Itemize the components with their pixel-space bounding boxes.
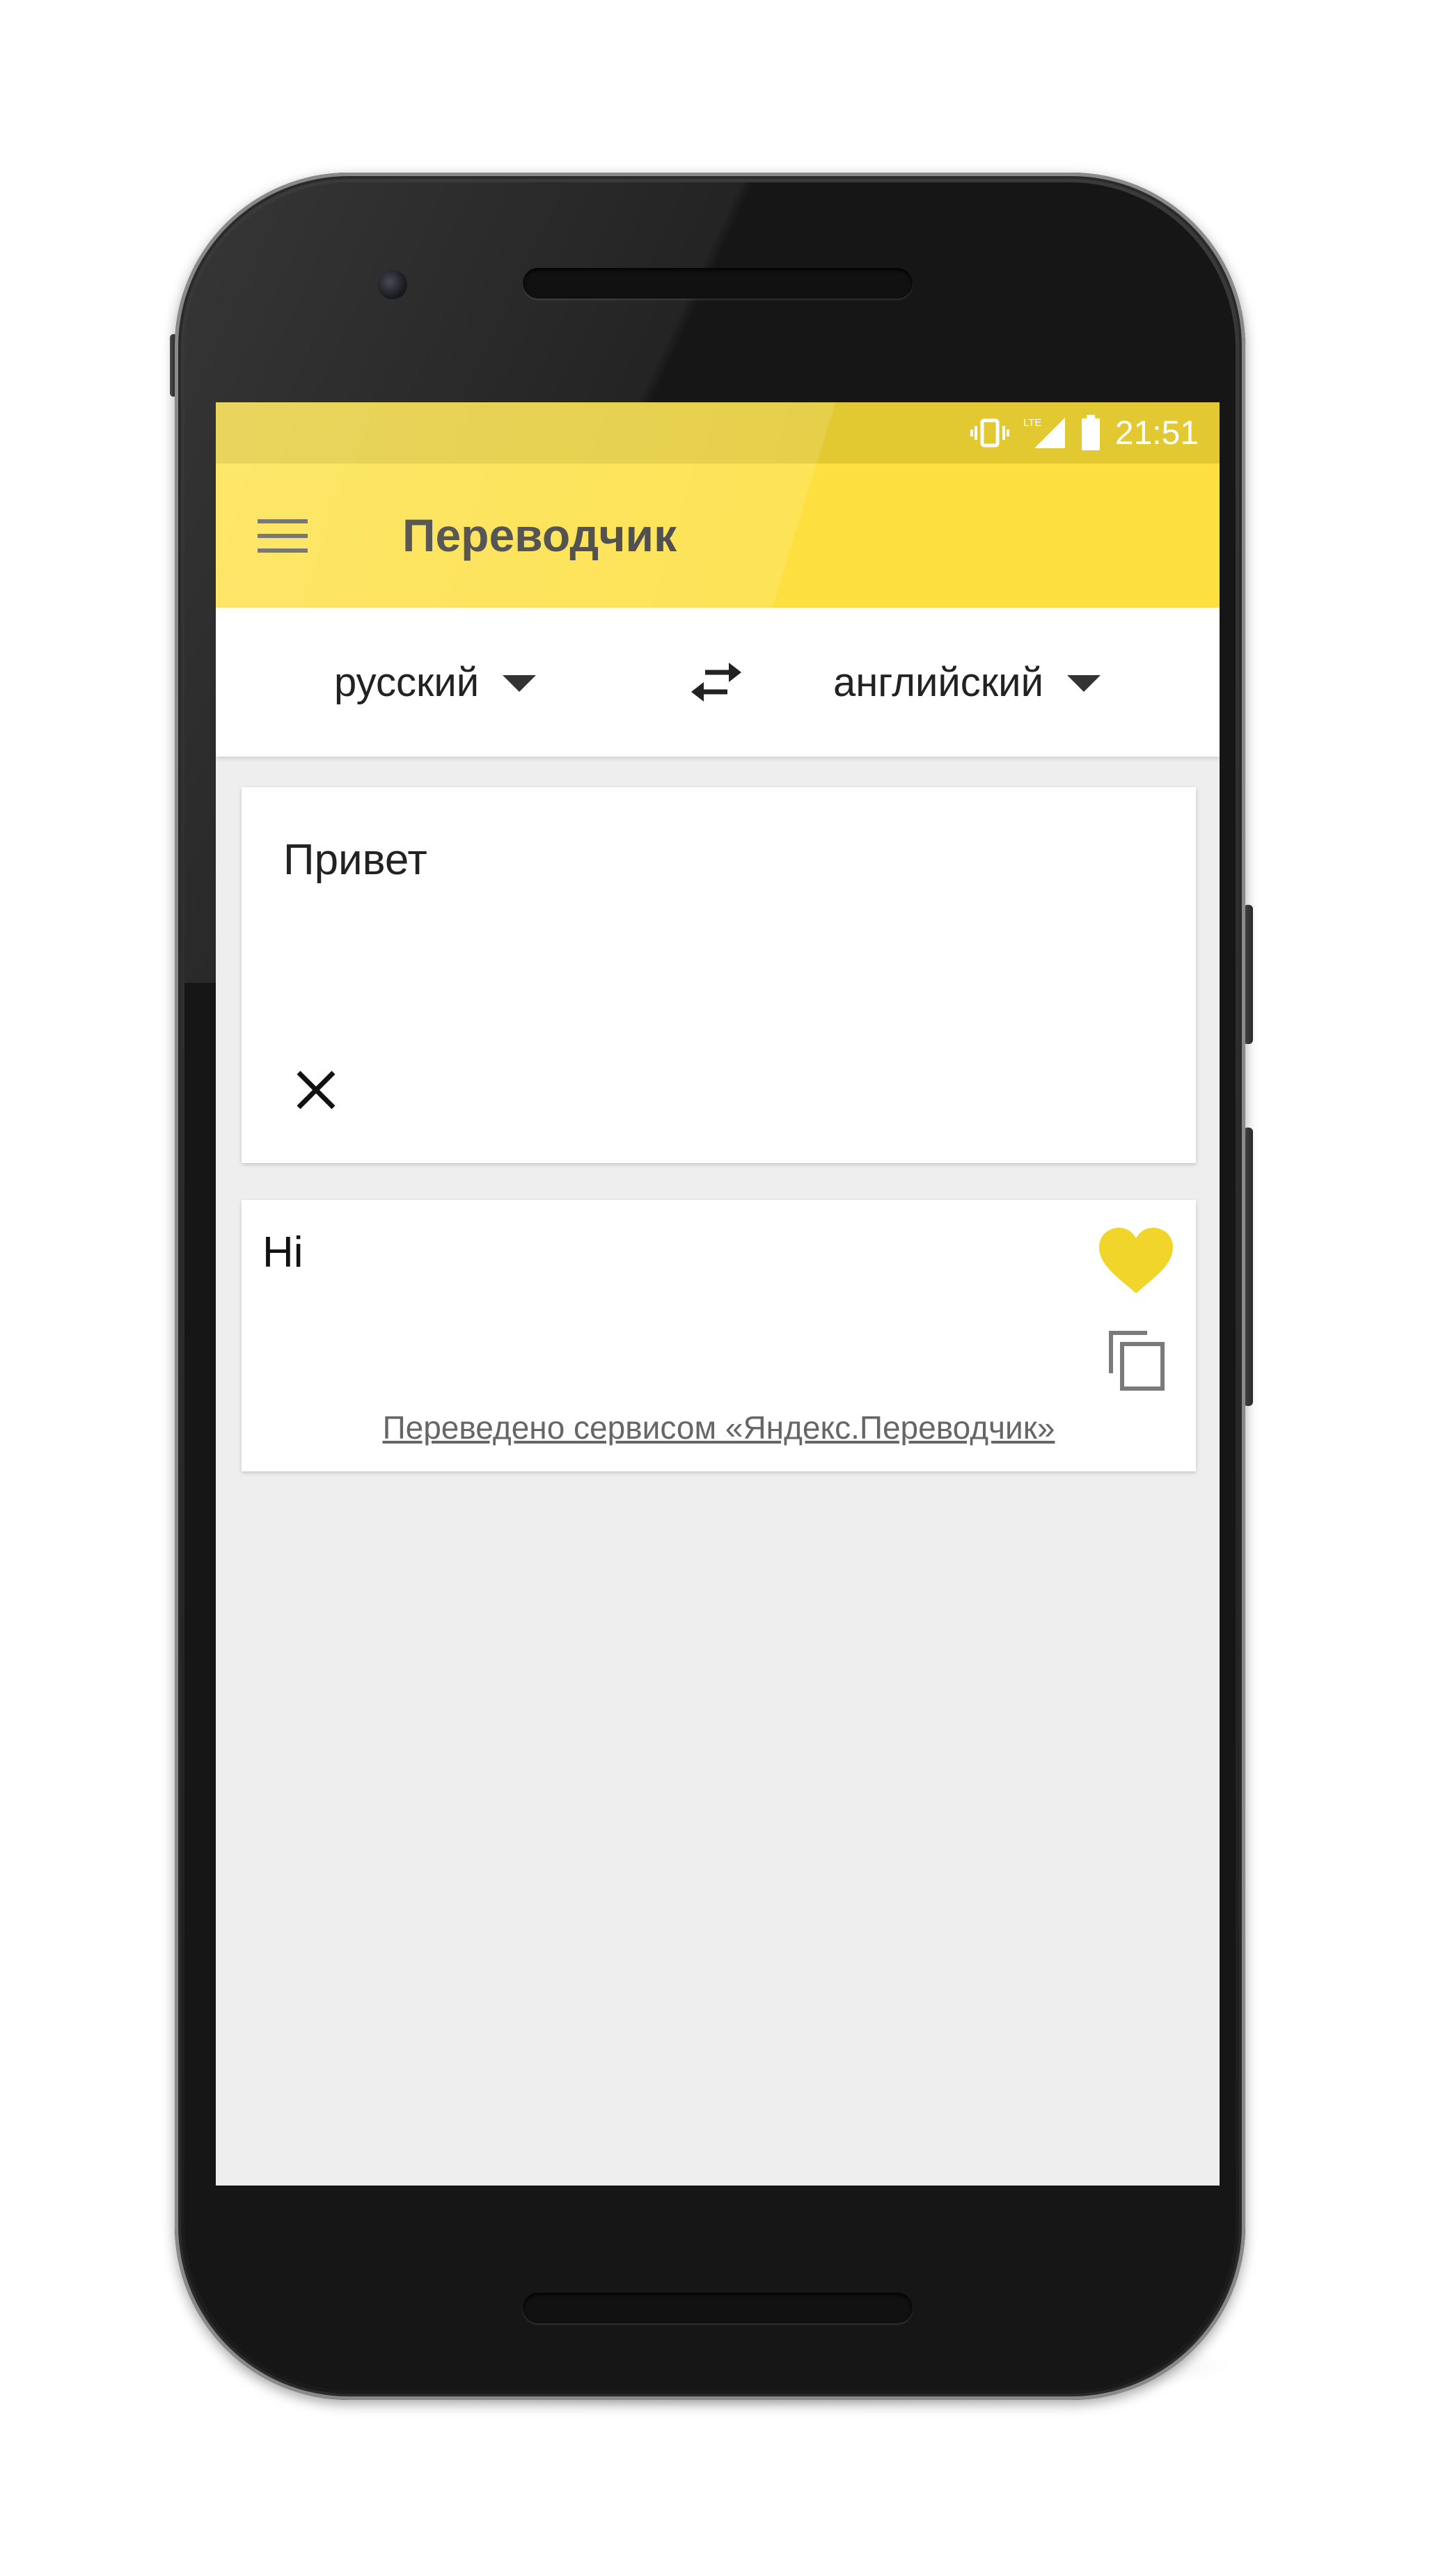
status-time: 21:51 [1114, 414, 1199, 452]
attribution-link[interactable]: Переведено сервисом «Яндекс.Переводчик» [242, 1409, 1196, 1446]
app-bar: Переводчик [216, 464, 1220, 608]
language-bar: русский английский [216, 608, 1220, 757]
bottom-speaker [523, 2293, 913, 2323]
earpiece-speaker [523, 268, 913, 299]
source-language-label: русский [334, 659, 480, 705]
source-language-select[interactable]: русский [334, 608, 537, 757]
chevron-down-icon [1066, 675, 1101, 692]
chevron-down-icon [503, 675, 537, 692]
status-icons: LTE 21:51 [970, 402, 1199, 464]
menu-icon[interactable] [258, 511, 308, 561]
swap-icon[interactable] [691, 661, 741, 703]
heart-icon[interactable] [1098, 1226, 1174, 1296]
battery-icon [1080, 415, 1101, 451]
app-screen: LTE 21:51 Переводчик русский английский … [216, 402, 1220, 2186]
input-card [242, 787, 1196, 1163]
network-label: LTE [1023, 417, 1041, 429]
close-icon[interactable] [292, 1066, 340, 1114]
output-card: Hi Переведено сервисом «Яндекс.Переводчи… [242, 1200, 1196, 1471]
target-language-select[interactable]: английский [833, 608, 1101, 757]
status-bar: LTE 21:51 [216, 402, 1220, 464]
lte-signal-icon: LTE [1023, 416, 1066, 450]
app-title: Переводчик [402, 509, 677, 561]
target-language-label: английский [833, 659, 1043, 705]
copy-icon[interactable] [1107, 1329, 1167, 1391]
front-camera [378, 270, 407, 299]
source-text-input[interactable] [282, 835, 1155, 885]
translation-text: Hi [262, 1228, 303, 1277]
vibrate-icon [970, 418, 1009, 448]
